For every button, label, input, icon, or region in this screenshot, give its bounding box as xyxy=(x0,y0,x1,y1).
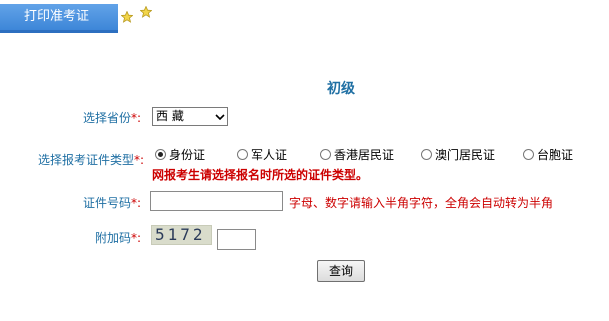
captcha-input[interactable] xyxy=(217,229,256,250)
tab-underline xyxy=(0,30,118,33)
radio-macao-id[interactable]: 澳门居民证 xyxy=(421,146,495,163)
radio-label: 身份证 xyxy=(169,148,206,162)
captcha-label-text: 附加码 xyxy=(95,231,132,245)
captcha-image[interactable]: 5172 xyxy=(151,225,212,245)
radio-label: 台胞证 xyxy=(537,148,574,162)
radio-button[interactable] xyxy=(523,149,534,160)
id-type-label-text: 选择报考证件类型 xyxy=(38,153,135,167)
radio-button[interactable] xyxy=(320,149,331,160)
id-number-hint: 字母、数字请输入半角字符，全角会自动转为半角 xyxy=(289,196,554,210)
radio-id-card[interactable]: 身份证 xyxy=(155,146,205,163)
id-number-label-text: 证件号码 xyxy=(83,196,132,210)
radio-label: 澳门居民证 xyxy=(435,148,496,162)
province-selected-value: 西 藏 xyxy=(156,109,184,123)
required-mark: *: xyxy=(131,231,142,245)
star-icon xyxy=(121,11,133,23)
radio-button[interactable] xyxy=(237,149,248,160)
province-label: 选择省份*: xyxy=(83,109,141,126)
province-select[interactable]: 西 藏 xyxy=(152,107,228,126)
radio-button[interactable] xyxy=(155,149,166,160)
star-icon xyxy=(140,6,152,18)
id-type-label: 选择报考证件类型*: xyxy=(38,151,144,168)
id-type-warning: 网报考生请选择报名时所选的证件类型。 xyxy=(152,168,369,182)
captcha-label: 附加码*: xyxy=(95,229,141,246)
radio-military-id[interactable]: 军人证 xyxy=(237,146,287,163)
chevron-down-icon[interactable] xyxy=(213,108,227,125)
tab-strip: 打印准考证 xyxy=(0,0,609,34)
required-mark: *: xyxy=(131,196,142,210)
id-number-input[interactable] xyxy=(150,191,283,211)
tab-print-admission-ticket[interactable]: 打印准考证 xyxy=(0,4,118,30)
required-mark: *: xyxy=(134,153,145,167)
required-mark: *: xyxy=(131,111,142,125)
section-title: 初级 xyxy=(327,81,355,97)
radio-label: 香港居民证 xyxy=(334,148,395,162)
radio-label: 军人证 xyxy=(251,148,288,162)
query-button[interactable]: 查询 xyxy=(317,260,365,282)
radio-button[interactable] xyxy=(421,149,432,160)
province-label-text: 选择省份 xyxy=(83,111,132,125)
radio-taiwan-id[interactable]: 台胞证 xyxy=(523,146,573,163)
id-number-label: 证件号码*: xyxy=(83,194,141,211)
radio-hongkong-id[interactable]: 香港居民证 xyxy=(320,146,394,163)
